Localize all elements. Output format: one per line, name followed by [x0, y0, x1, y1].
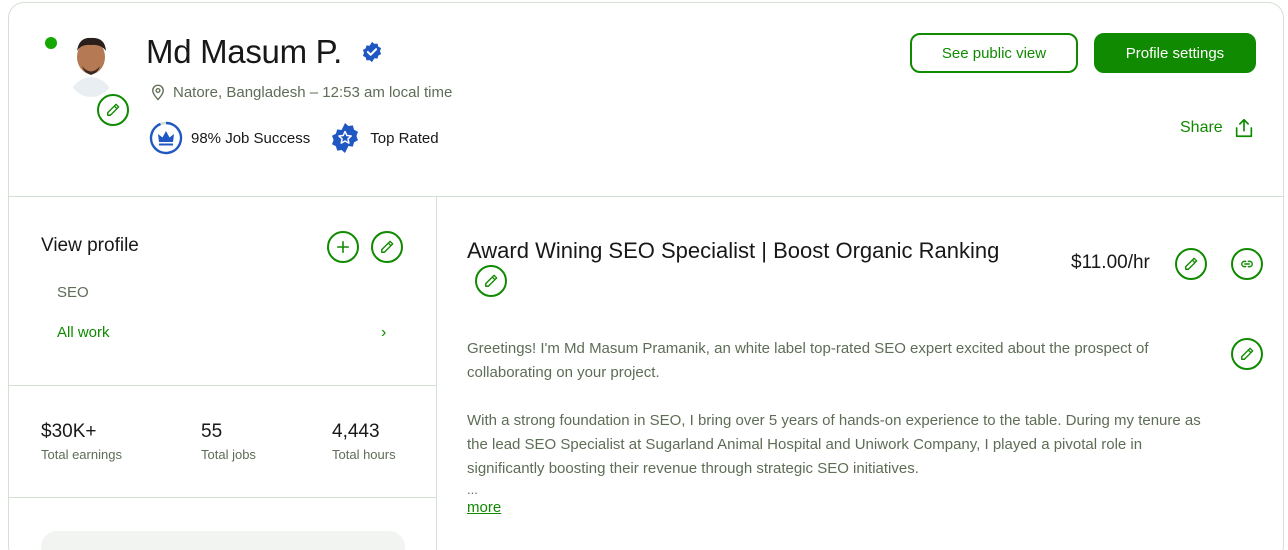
- avatar[interactable]: [65, 33, 117, 97]
- profile-name: Md Masum P.: [146, 33, 342, 70]
- stat-total-earnings: $30K+ Total earnings: [41, 421, 122, 462]
- pencil-icon: [1241, 347, 1254, 360]
- stat-label: Total jobs: [201, 447, 256, 462]
- pencil-icon: [1185, 257, 1198, 270]
- pencil-icon: [381, 240, 394, 253]
- location-pin-icon: [152, 84, 164, 101]
- left-sidebar: View profile SEO All work › $30K+ Total …: [9, 197, 437, 550]
- star-badge-icon: [332, 123, 359, 153]
- add-specialized-profile-button[interactable]: [327, 231, 359, 263]
- chevron-right-icon[interactable]: ›: [381, 324, 386, 342]
- share-button[interactable]: Share: [1180, 117, 1255, 139]
- badges-row: 98% Job Success Top Rated: [149, 121, 457, 155]
- stat-label: Total hours: [332, 447, 396, 462]
- edit-title-button[interactable]: [475, 265, 507, 297]
- location-text: Natore, Bangladesh – 12:53 am local time: [173, 83, 453, 101]
- verified-badge-icon: [362, 41, 382, 63]
- share-label: Share: [1180, 119, 1223, 136]
- profile-title: Award Wining SEO Specialist | Boost Orga…: [467, 238, 1000, 263]
- plus-icon: [336, 240, 350, 254]
- placeholder-panel: [41, 531, 405, 550]
- divider: [9, 385, 437, 386]
- edit-profiles-button[interactable]: [371, 231, 403, 263]
- stat-label: Total earnings: [41, 447, 122, 462]
- edit-photo-button[interactable]: [97, 94, 129, 126]
- divider: [9, 497, 437, 498]
- location-row: Natore, Bangladesh – 12:53 am local time: [149, 83, 452, 101]
- copy-link-button[interactable]: [1231, 248, 1263, 280]
- edit-description-button[interactable]: [1231, 338, 1263, 370]
- crown-icon: [149, 121, 183, 155]
- edit-rate-button[interactable]: [1175, 248, 1207, 280]
- pencil-icon: [485, 274, 498, 287]
- online-status-dot: [45, 37, 57, 49]
- all-work-link[interactable]: All work: [57, 324, 110, 341]
- avatar-image: [65, 33, 117, 97]
- stat-total-hours: 4,443 Total hours: [332, 421, 396, 462]
- stat-value: 4,443: [332, 421, 380, 442]
- profile-header: Md Masum P. Natore, Bangladesh – 12:53 a…: [9, 3, 1283, 197]
- top-rated-badge[interactable]: Top Rated: [328, 121, 439, 155]
- description-paragraph: With a strong foundation in SEO, I bring…: [467, 412, 1201, 477]
- link-icon: [1241, 260, 1253, 268]
- share-icon: [1235, 118, 1252, 138]
- profile-description: Greetings! I'm Md Masum Pramanik, an whi…: [467, 337, 1217, 505]
- more-link[interactable]: more: [467, 499, 501, 516]
- job-success-label: 98% Job Success: [191, 129, 311, 147]
- stat-value: 55: [201, 421, 223, 442]
- top-rated-label: Top Rated: [370, 129, 439, 147]
- see-public-view-button[interactable]: See public view: [910, 33, 1078, 73]
- description-paragraph: Greetings! I'm Md Masum Pramanik, an whi…: [467, 340, 1149, 381]
- job-success-badge[interactable]: 98% Job Success: [149, 121, 310, 155]
- stat-value: $30K+: [41, 421, 97, 442]
- main-content: Award Wining SEO Specialist | Boost Orga…: [437, 197, 1285, 550]
- description-ellipsis: ...: [467, 482, 478, 497]
- view-profile-heading: View profile: [41, 235, 139, 256]
- stat-total-jobs: 55 Total jobs: [201, 421, 256, 462]
- pencil-icon: [107, 103, 120, 116]
- profile-card: Md Masum P. Natore, Bangladesh – 12:53 a…: [8, 2, 1284, 550]
- profile-tag-seo[interactable]: SEO: [57, 284, 89, 301]
- profile-settings-button[interactable]: Profile settings: [1094, 33, 1256, 73]
- hourly-rate: $11.00/hr: [1071, 252, 1150, 273]
